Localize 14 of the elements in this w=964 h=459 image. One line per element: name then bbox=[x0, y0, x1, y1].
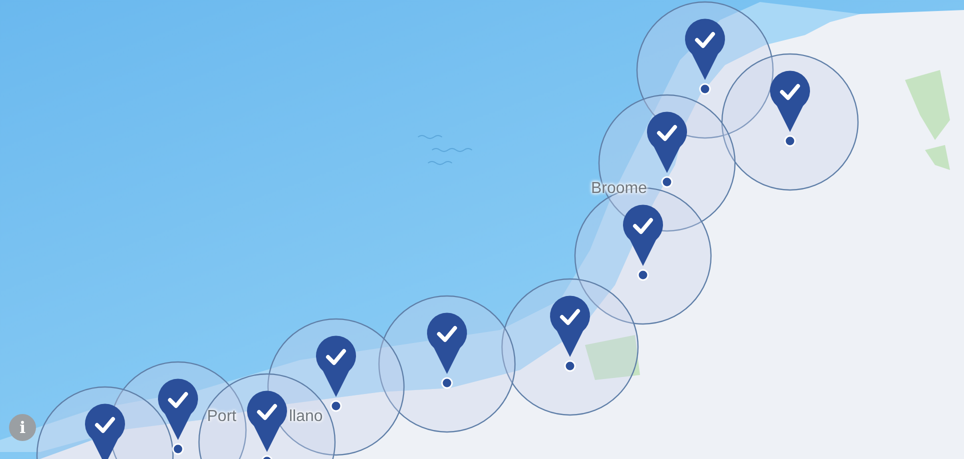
map-pin[interactable] bbox=[427, 312, 467, 389]
map-pin[interactable] bbox=[85, 404, 125, 459]
info-button[interactable]: i bbox=[9, 414, 36, 441]
map-pin[interactable] bbox=[770, 70, 810, 147]
map-pin[interactable] bbox=[685, 18, 725, 95]
wave-icon bbox=[418, 135, 472, 165]
map-pin[interactable] bbox=[247, 390, 287, 459]
map-pin[interactable] bbox=[647, 112, 687, 188]
map-pin[interactable] bbox=[623, 204, 663, 281]
map-pin[interactable] bbox=[158, 378, 198, 455]
map-pin[interactable] bbox=[550, 296, 590, 372]
park-area-drawing bbox=[585, 335, 640, 380]
place-label: Port bbox=[207, 408, 236, 426]
place-label: llano bbox=[289, 408, 323, 426]
